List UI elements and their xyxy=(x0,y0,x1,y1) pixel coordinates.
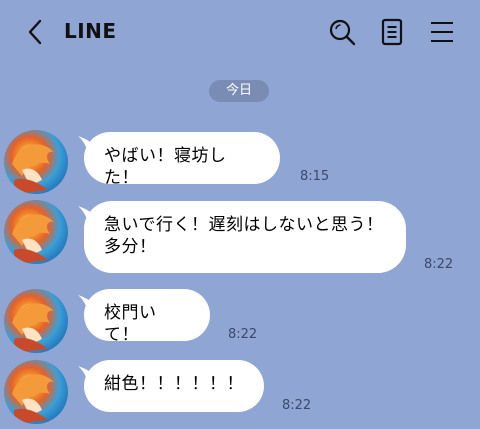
back-button[interactable] xyxy=(22,16,48,48)
sender-avatar[interactable] xyxy=(4,130,68,194)
chat-header: LINE xyxy=(0,0,480,64)
message-bubble[interactable]: 急いで行く！遅刻はしないと思う！ 多分！ xyxy=(84,201,406,273)
search-icon xyxy=(329,19,356,46)
message-time: 8:22 xyxy=(228,327,258,342)
avatar-image xyxy=(12,374,54,424)
message-time: 8:15 xyxy=(300,169,330,184)
avatar-image xyxy=(12,214,54,264)
message-bubble[interactable]: やばい！寝坊した！ xyxy=(84,132,280,188)
message-bubble[interactable]: 校門いて！ xyxy=(84,289,210,345)
sender-avatar[interactable] xyxy=(4,289,68,353)
hamburger-menu-icon xyxy=(431,22,453,42)
search-button[interactable] xyxy=(327,17,357,47)
avatar-image xyxy=(12,303,54,353)
note-icon xyxy=(381,18,403,46)
message-time: 8:22 xyxy=(282,398,312,413)
message-bubble[interactable]: 紺色！！！！！！ xyxy=(84,360,264,412)
menu-button[interactable] xyxy=(428,17,458,47)
sender-avatar[interactable] xyxy=(4,360,68,424)
avatar-image xyxy=(12,144,54,194)
notes-button[interactable] xyxy=(377,17,407,47)
sender-avatar[interactable] xyxy=(4,200,68,264)
chevron-left-icon xyxy=(28,19,42,45)
chat-title: LINE xyxy=(64,19,117,43)
message-time: 8:22 xyxy=(424,257,454,272)
date-separator-badge: 今日 xyxy=(209,80,269,102)
